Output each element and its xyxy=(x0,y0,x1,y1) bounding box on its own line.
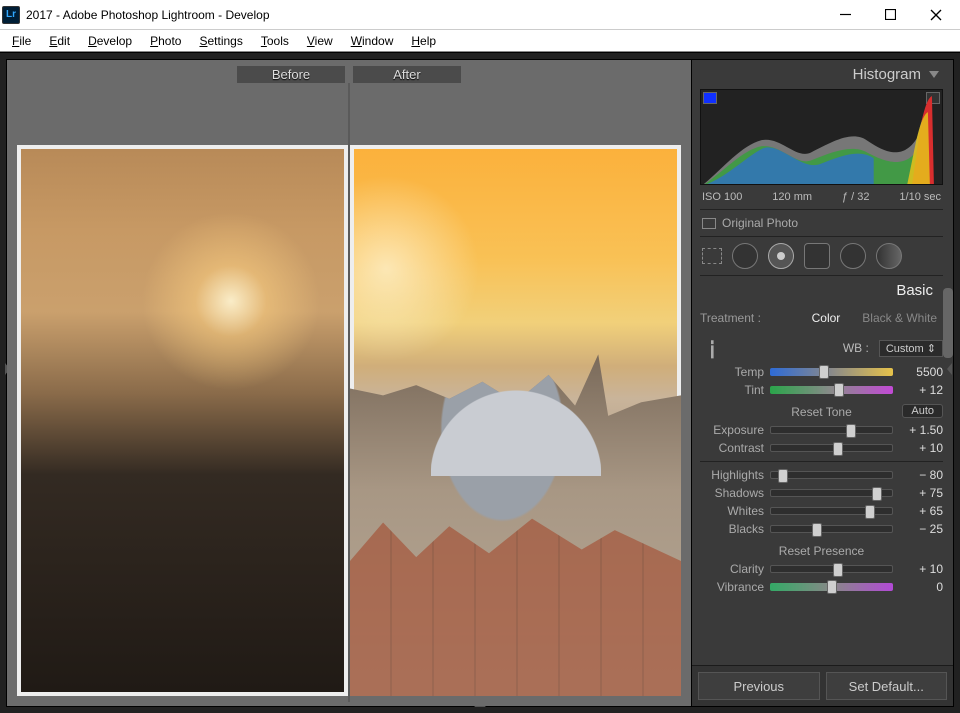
menu-file[interactable]: File xyxy=(4,32,39,50)
crop-tool[interactable] xyxy=(702,248,722,264)
menu-photo[interactable]: Photo xyxy=(142,32,189,50)
slider-label: Vibrance xyxy=(700,580,764,594)
shadows-slider[interactable]: Shadows + 75 xyxy=(700,484,943,502)
slider-value: − 80 xyxy=(899,468,943,482)
menu-settings[interactable]: Settings xyxy=(191,32,250,50)
histogram-header[interactable]: Histogram xyxy=(700,60,943,87)
whites-slider[interactable]: Whites + 65 xyxy=(700,502,943,520)
radial-filter-tool[interactable] xyxy=(840,243,866,269)
tint-slider[interactable]: Tint + 12 xyxy=(700,381,943,399)
slider-label: Shadows xyxy=(700,486,764,500)
before-photo[interactable] xyxy=(11,83,350,702)
wb-eyedropper-icon[interactable] xyxy=(695,332,726,363)
slider-label: Tint xyxy=(700,383,764,397)
exif-fstop: ƒ / 32 xyxy=(842,191,870,203)
slider-value: 0 xyxy=(899,580,943,594)
tool-strip xyxy=(700,237,943,276)
menu-help[interactable]: Help xyxy=(403,32,444,50)
slider-label: Blacks xyxy=(700,522,764,536)
menu-develop[interactable]: Develop xyxy=(80,32,140,50)
minimize-button[interactable] xyxy=(823,1,868,29)
exif-iso: ISO 100 xyxy=(702,191,742,203)
app-icon: Lr xyxy=(2,6,20,24)
workspace: Before After Histogram xyxy=(0,52,960,713)
previous-button[interactable]: Previous xyxy=(698,672,820,700)
slider-value: + 12 xyxy=(899,383,943,397)
slider-label: Temp xyxy=(700,365,764,379)
slider-label: Clarity xyxy=(700,562,764,576)
basic-header[interactable]: Basic xyxy=(700,276,943,303)
brush-tool[interactable] xyxy=(876,243,902,269)
develop-canvas[interactable]: Before After xyxy=(7,60,691,706)
before-label: Before xyxy=(237,66,345,83)
maximize-button[interactable] xyxy=(868,1,913,29)
menu-tools[interactable]: Tools xyxy=(253,32,297,50)
slider-value: + 65 xyxy=(899,504,943,518)
highlights-slider[interactable]: Highlights − 80 xyxy=(700,466,943,484)
treatment-label: Treatment : xyxy=(700,311,761,325)
slider-label: Contrast xyxy=(700,441,764,455)
blacks-slider[interactable]: Blacks − 25 xyxy=(700,520,943,538)
slider-value: + 1.50 xyxy=(899,423,943,437)
contrast-slider[interactable]: Contrast + 10 xyxy=(700,439,943,457)
spot-tool[interactable] xyxy=(732,243,758,269)
close-button[interactable] xyxy=(913,1,958,29)
slider-label: Whites xyxy=(700,504,764,518)
title-bar: Lr 2017 - Adobe Photoshop Lightroom - De… xyxy=(0,0,960,30)
wb-label: WB : xyxy=(843,341,869,355)
basic-title: Basic xyxy=(896,282,933,299)
redeye-tool[interactable] xyxy=(768,243,794,269)
original-photo-label: Original Photo xyxy=(722,216,798,230)
histogram-title: Histogram xyxy=(853,66,921,83)
slider-label: Highlights xyxy=(700,468,764,482)
auto-button[interactable]: Auto xyxy=(902,404,943,418)
slider-value: + 75 xyxy=(899,486,943,500)
menu-bar: File Edit Develop Photo Settings Tools V… xyxy=(0,30,960,52)
after-photo[interactable] xyxy=(350,83,687,702)
exif-focal: 120 mm xyxy=(772,191,812,203)
slider-label: Exposure xyxy=(700,423,764,437)
reset-presence[interactable]: Reset Presence xyxy=(700,544,943,558)
menu-view[interactable]: View xyxy=(299,32,341,50)
checkbox-icon xyxy=(702,218,716,229)
menu-window[interactable]: Window xyxy=(343,32,402,50)
after-label: After xyxy=(353,66,461,83)
slider-value: + 10 xyxy=(899,562,943,576)
exposure-slider[interactable]: Exposure + 1.50 xyxy=(700,421,943,439)
reset-tone[interactable]: Reset Tone Auto xyxy=(700,405,943,419)
set-default-button[interactable]: Set Default... xyxy=(826,672,948,700)
slider-value: 5500 xyxy=(899,365,943,379)
treatment-color[interactable]: Color xyxy=(806,309,847,327)
right-panel: Histogram ISO 100 120 m xyxy=(691,60,953,706)
exif-row: ISO 100 120 mm ƒ / 32 1/10 sec xyxy=(700,189,943,210)
treatment-bw[interactable]: Black & White xyxy=(856,309,943,327)
window-title: 2017 - Adobe Photoshop Lightroom - Devel… xyxy=(26,8,823,22)
chevron-down-icon xyxy=(929,71,939,78)
slider-value: − 25 xyxy=(899,522,943,536)
histogram[interactable] xyxy=(700,89,943,185)
graduated-filter-tool[interactable] xyxy=(804,243,830,269)
slider-value: + 10 xyxy=(899,441,943,455)
exif-shutter: 1/10 sec xyxy=(899,191,941,203)
clarity-slider[interactable]: Clarity + 10 xyxy=(700,560,943,578)
temp-slider[interactable]: Temp 5500 xyxy=(700,363,943,381)
wb-dropdown[interactable]: Custom ⇕ xyxy=(879,340,943,357)
original-photo-toggle[interactable]: Original Photo xyxy=(700,210,943,237)
menu-edit[interactable]: Edit xyxy=(41,32,78,50)
panel-scrollbar[interactable] xyxy=(943,288,953,358)
vibrance-slider[interactable]: Vibrance 0 xyxy=(700,578,943,596)
